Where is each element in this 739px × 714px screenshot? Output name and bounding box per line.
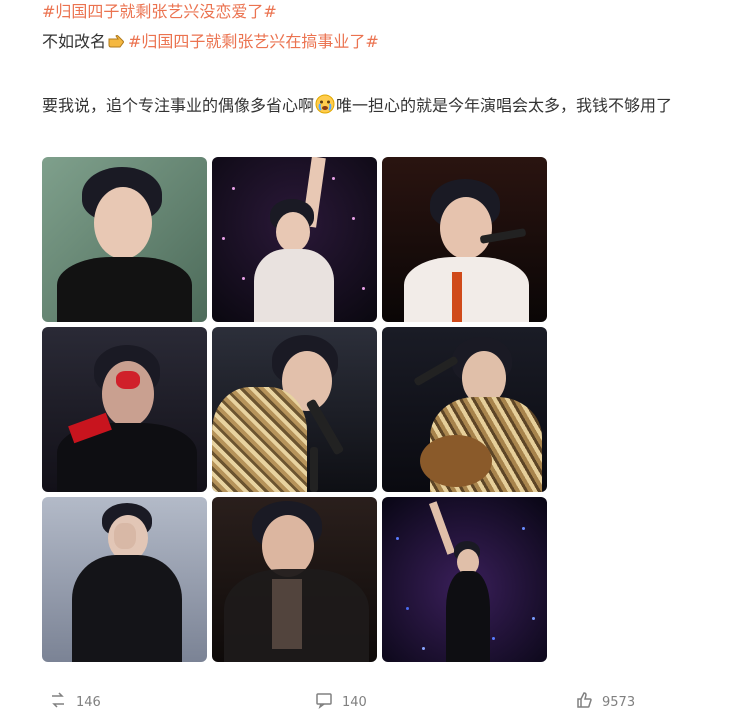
repost-count: 146 [76, 694, 101, 710]
topic-hashtag-link[interactable]: #归国四子就剩张艺兴没恋爱了# [42, 2, 277, 21]
post-body: 要我说，追个专注事业的偶像多省心啊 唯一担心的就是今年演唱会太多，我钱不够用了 [42, 90, 732, 122]
photo-thumbnail[interactable] [42, 497, 207, 662]
photo-thumbnail[interactable] [212, 327, 377, 492]
comment-count: 140 [342, 694, 367, 710]
rename-prefix-text: 不如改名 [42, 32, 107, 51]
rename-hashtag-link[interactable]: #归国四子就剩张艺兴在搞事业了# [128, 32, 379, 51]
like-count: 9573 [602, 694, 636, 710]
photo-grid [42, 157, 547, 662]
photo-thumbnail[interactable] [212, 497, 377, 662]
crying-face-icon [315, 93, 335, 114]
body-text-part1: 要我说，追个专注事业的偶像多省心啊 [42, 96, 315, 115]
comment-button[interactable]: 140 [314, 690, 367, 714]
photo-thumbnail[interactable] [42, 157, 207, 322]
body-text-part2: 唯一担心的就是今年演唱会太多，我钱不够用了 [336, 96, 673, 115]
rename-line: 不如改名 #归国四子就剩张艺兴在搞事业了# [42, 28, 379, 56]
like-button[interactable]: 9573 [574, 690, 635, 714]
repost-icon [48, 690, 68, 714]
comment-icon [314, 690, 334, 714]
photo-thumbnail[interactable] [382, 157, 547, 322]
photo-thumbnail[interactable] [212, 157, 377, 322]
topic-line: #归国四子就剩张艺兴没恋爱了# [42, 0, 277, 26]
photo-thumbnail[interactable] [382, 497, 547, 662]
photo-thumbnail[interactable] [382, 327, 547, 492]
photo-thumbnail[interactable] [42, 327, 207, 492]
pointing-hand-icon [107, 30, 127, 50]
post-actions-bar: 146 140 9573 [0, 690, 739, 710]
thumbs-up-icon [574, 690, 594, 714]
repost-button[interactable]: 146 [48, 690, 101, 714]
